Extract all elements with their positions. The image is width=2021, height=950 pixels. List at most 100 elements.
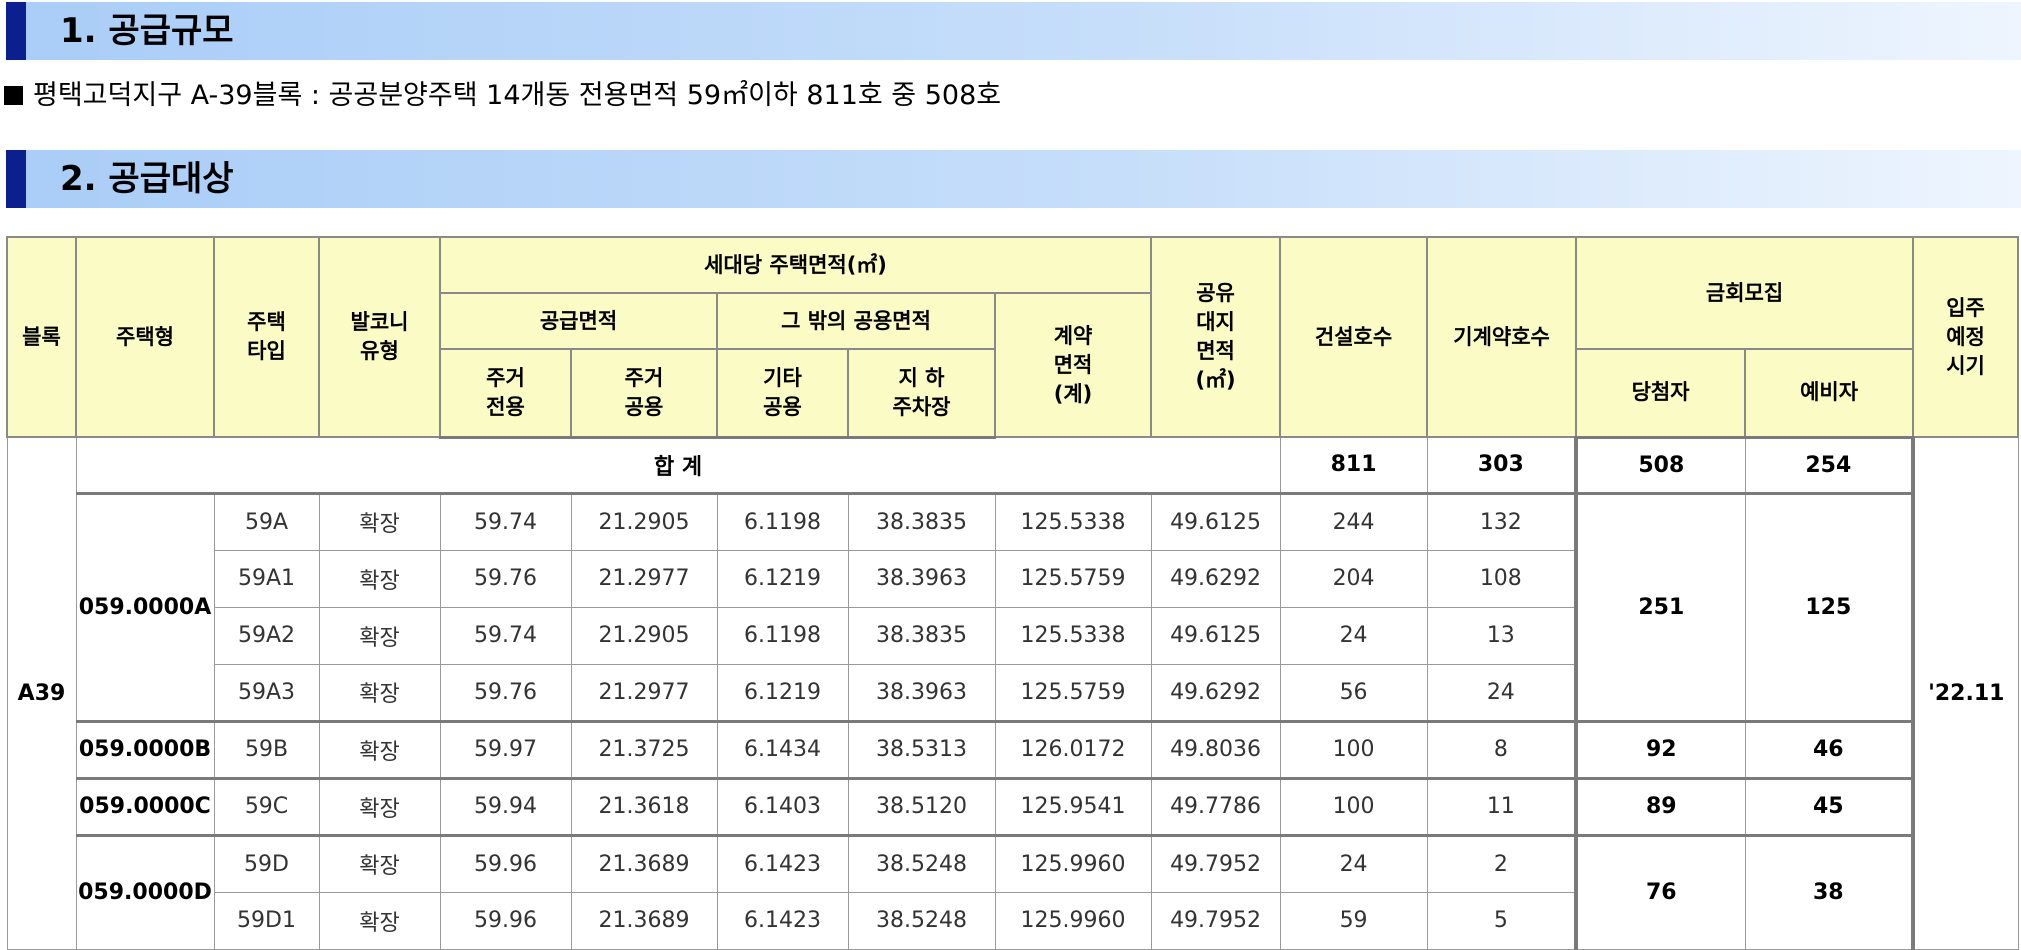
house-model-cell: 059.0000D xyxy=(75,833,215,950)
supply-scale-text: 평택고덕지구 A-39블록 : 공공분양주택 14개동 전용면적 59㎡이하 8… xyxy=(33,80,1002,111)
excl-cell: 59.76 xyxy=(439,549,572,608)
header-house-model: 주택형 xyxy=(75,236,215,438)
excl-cell: 59.97 xyxy=(439,719,572,779)
table-row: 059.0000A 59A 확장 59.74 21.2905 6.1198 38… xyxy=(7,491,2018,722)
type-cell: 59C xyxy=(213,776,320,836)
built-cell: 244 xyxy=(1279,491,1428,551)
header-land-area: 공유 대지 면적 (㎡) xyxy=(1150,236,1282,438)
winners-cell: 92 xyxy=(1574,719,1746,779)
balcony-cell: 확장 xyxy=(318,833,441,893)
table-row: 059.0000D 59D 확장 59.96 21.3689 6.1423 38… xyxy=(7,833,2018,950)
land-cell: 49.6292 xyxy=(1150,549,1281,608)
balcony-cell: 확장 xyxy=(318,549,441,608)
header-block: 블록 xyxy=(6,236,77,438)
type-cell: 59D xyxy=(213,833,320,893)
contract-cell: 125.5338 xyxy=(994,491,1152,551)
header-reserves: 예비자 xyxy=(1744,348,1915,439)
built-cell: 59 xyxy=(1279,891,1428,950)
header-winners: 당첨자 xyxy=(1575,348,1747,439)
land-cell: 49.8036 xyxy=(1150,719,1281,779)
contract-cell: 126.0172 xyxy=(994,719,1152,779)
excl-cell: 59.96 xyxy=(439,891,572,950)
section-marker xyxy=(6,2,26,60)
excl-cell: 59.74 xyxy=(439,491,572,551)
header-other-common-sub: 기타 공용 xyxy=(716,348,849,439)
comm-cell: 21.3689 xyxy=(570,833,718,893)
pre-cell: 132 xyxy=(1426,491,1577,551)
contract-cell: 125.5338 xyxy=(994,606,1152,665)
parking-cell: 38.5313 xyxy=(847,719,996,779)
section-header-supply-target: 2. 공급대상 xyxy=(6,150,2021,208)
land-cell: 49.7786 xyxy=(1150,776,1281,836)
parking-cell: 38.5248 xyxy=(847,833,996,893)
contract-cell: 125.5759 xyxy=(994,549,1152,608)
reserves-cell: 38 xyxy=(1744,833,1916,950)
balcony-cell: 확장 xyxy=(318,606,441,665)
winners-cell: 89 xyxy=(1574,776,1746,836)
reserves-cell: 46 xyxy=(1744,719,1916,779)
header-other-common: 그 밖의 공용면적 xyxy=(716,292,996,350)
contract-cell: 125.9960 xyxy=(994,891,1152,950)
type-cell: 59D1 xyxy=(213,891,320,950)
summary-winners: 508 xyxy=(1574,436,1746,494)
header-built-units: 건설호수 xyxy=(1279,236,1429,438)
other-cell: 6.1198 xyxy=(716,491,849,551)
balcony-cell: 확장 xyxy=(318,491,441,551)
balcony-cell: 확장 xyxy=(318,891,441,950)
type-cell: 59A xyxy=(213,491,320,551)
house-model-cell: 059.0000A xyxy=(75,491,215,722)
summary-built: 811 xyxy=(1279,436,1428,494)
comm-cell: 21.3689 xyxy=(570,891,718,950)
pre-cell: 24 xyxy=(1426,663,1577,722)
built-cell: 100 xyxy=(1279,719,1428,779)
table-row: 059.0000C 59C 확장 59.94 21.3618 6.1403 38… xyxy=(7,776,2018,836)
supply-table: 블록 주택형 주택 타입 발코니 유형 세대당 주택면적(㎡) 공유 대지 면적… xyxy=(6,236,2020,950)
land-cell: 49.7952 xyxy=(1150,891,1281,950)
summary-pre: 303 xyxy=(1426,436,1577,494)
header-move-in: 입주 예정 시기 xyxy=(1912,236,2020,438)
square-bullet-icon xyxy=(4,86,23,105)
land-cell: 49.6292 xyxy=(1150,663,1281,722)
other-cell: 6.1219 xyxy=(716,663,849,722)
other-cell: 6.1219 xyxy=(716,549,849,608)
reserves-cell: 125 xyxy=(1744,491,1916,722)
balcony-cell: 확장 xyxy=(318,776,441,836)
pre-cell: 11 xyxy=(1426,776,1577,836)
section-marker xyxy=(6,150,26,208)
pre-cell: 13 xyxy=(1426,606,1577,665)
parking-cell: 38.3963 xyxy=(847,549,996,608)
other-cell: 6.1403 xyxy=(716,776,849,836)
summary-reserves: 254 xyxy=(1744,436,1916,494)
balcony-cell: 확장 xyxy=(318,663,441,722)
pre-cell: 108 xyxy=(1426,549,1577,608)
contract-cell: 125.5759 xyxy=(994,663,1152,722)
section-header-supply-scale: 1. 공급규모 xyxy=(6,2,2021,60)
pre-cell: 5 xyxy=(1426,891,1577,950)
winners-cell: 76 xyxy=(1574,833,1746,950)
excl-cell: 59.96 xyxy=(439,833,572,893)
other-cell: 6.1198 xyxy=(716,606,849,665)
summary-label: 합 계 xyxy=(75,436,1281,494)
header-supply-area: 공급면적 xyxy=(439,292,718,350)
section-title: 2. 공급대상 xyxy=(60,159,234,199)
header-recruit-group: 금회모집 xyxy=(1575,236,1915,350)
table-row: 059.0000B 59B 확장 59.97 21.3725 6.1434 38… xyxy=(7,719,2018,779)
block-cell: A39 xyxy=(6,436,77,950)
comm-cell: 21.2977 xyxy=(570,549,718,608)
contract-cell: 125.9960 xyxy=(994,833,1152,893)
header-underground-parking: 지 하 주차장 xyxy=(847,348,996,439)
parking-cell: 38.5120 xyxy=(847,776,996,836)
header-area-group: 세대당 주택면적(㎡) xyxy=(438,236,1153,294)
type-cell: 59A2 xyxy=(213,606,320,665)
built-cell: 56 xyxy=(1279,663,1428,722)
comm-cell: 21.2905 xyxy=(570,491,718,551)
parking-cell: 38.3835 xyxy=(847,606,996,665)
balcony-cell: 확장 xyxy=(318,719,441,779)
land-cell: 49.6125 xyxy=(1150,606,1281,665)
header-residential-common: 주거 공용 xyxy=(570,348,718,439)
parking-cell: 38.5248 xyxy=(847,891,996,950)
type-cell: 59A1 xyxy=(213,549,320,608)
type-cell: 59B xyxy=(213,719,320,779)
built-cell: 204 xyxy=(1279,549,1428,608)
built-cell: 24 xyxy=(1279,606,1428,665)
